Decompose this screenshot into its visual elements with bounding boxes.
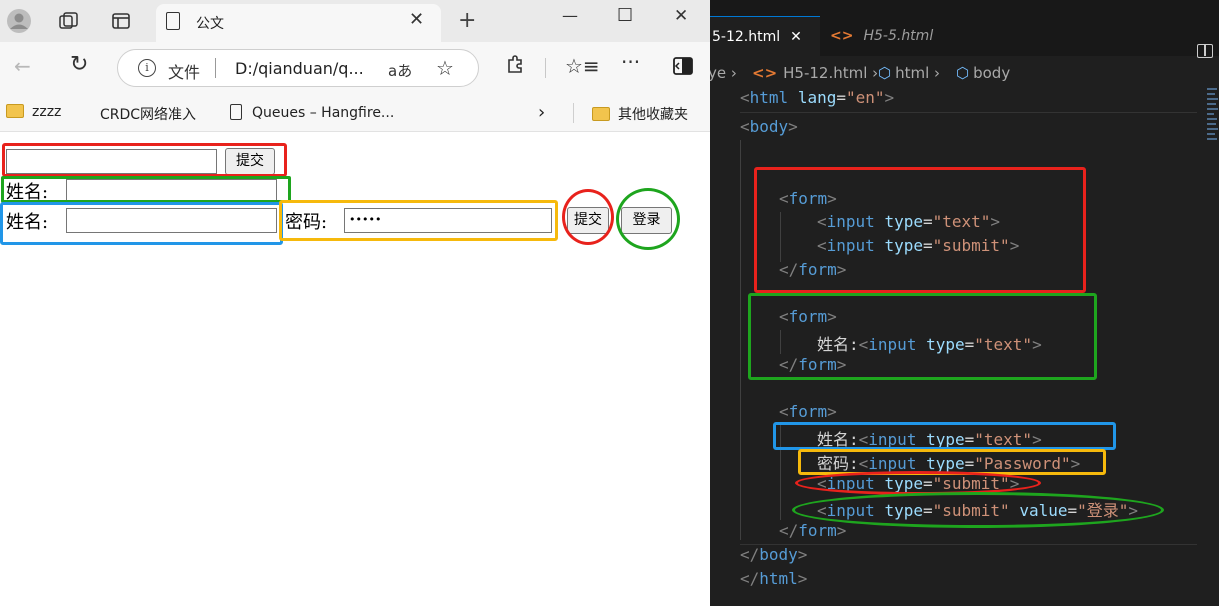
page-content: 提交 姓名: 姓名: 密码: ••••• 提交 登录: [0, 133, 710, 606]
document-icon: [166, 12, 180, 30]
cube-icon: ⬡: [878, 64, 892, 82]
address-scheme-label: 文件: [168, 63, 201, 82]
favorite-label: Queues – Hangfire...: [252, 105, 395, 121]
annotation-yellow-box: [279, 200, 558, 241]
code-tag: body: [759, 545, 798, 564]
code-line[interactable]: <form>: [779, 402, 837, 421]
annotation-red-circle: [562, 189, 614, 245]
breadcrumb-item[interactable]: ⬡ html ›: [878, 64, 940, 82]
editor-tabs: 5-12.html ✕ <> H5-5.html: [710, 16, 1219, 58]
annotation-green-box: [1, 176, 291, 203]
tab-title: 公文: [196, 16, 224, 32]
chevron-right-icon[interactable]: ›: [538, 102, 545, 123]
editor-tab-active[interactable]: 5-12.html ✕: [710, 16, 820, 56]
address-bar[interactable]: i 文件 D:/qianduan/q... aあ ☆: [117, 49, 479, 87]
vertical-tabs-icon[interactable]: [108, 8, 134, 34]
toolbar-divider: [545, 58, 546, 78]
annotation-green-box: [748, 293, 1097, 380]
code-string: "en": [845, 88, 885, 107]
favorite-item[interactable]: zzzz: [6, 104, 61, 120]
code-line[interactable]: </form>: [779, 521, 846, 540]
code-editor: 5-12.html ✕ <> H5-5.html ye › <> H5-12.html…: [710, 0, 1219, 606]
browser-window: 公文 ✕ + — ☐ ✕ ← ↻ i 文件 D:/qianduan/q... a…: [0, 0, 710, 606]
code-line[interactable]: </html>: [740, 569, 807, 588]
breadcrumb-label: html: [895, 64, 930, 82]
favorites-divider: [573, 103, 574, 123]
annotation-red-box: [2, 143, 287, 177]
minimap[interactable]: [1207, 86, 1219, 146]
editor-title-strip: [710, 0, 1219, 16]
favorite-item[interactable]: CRDC网络准入: [84, 104, 196, 124]
code-attr: lang: [797, 88, 837, 107]
editor-tab-label: H5-5.html: [863, 28, 934, 44]
read-aloud-icon[interactable]: aあ: [388, 60, 412, 81]
code-line[interactable]: <body>: [740, 117, 798, 136]
refresh-icon[interactable]: ↻: [70, 52, 88, 77]
annotation-red-box: [754, 167, 1086, 293]
favorites-bar: zzzz CRDC网络准入 Queues – Hangfire... › 其他收…: [0, 94, 710, 132]
minimize-icon[interactable]: —: [562, 6, 578, 25]
split-editor-icon[interactable]: [1197, 44, 1213, 58]
editor-tab[interactable]: <> H5-5.html: [822, 16, 960, 56]
breadcrumb-label: body: [973, 64, 1011, 82]
favorite-star-icon[interactable]: ☆: [436, 56, 454, 80]
annotation-green-circle: [616, 188, 680, 250]
window-close-icon[interactable]: ✕: [674, 6, 688, 26]
annotation-blue-box: [0, 202, 283, 245]
maximize-icon[interactable]: ☐: [617, 5, 633, 26]
more-icon[interactable]: ···: [621, 50, 640, 74]
code-tag: body: [749, 117, 789, 136]
favorites-icon[interactable]: ☆≡: [565, 54, 600, 78]
favorite-item[interactable]: Queues – Hangfire...: [230, 104, 394, 121]
info-icon[interactable]: i: [138, 59, 156, 77]
extensions-icon[interactable]: [505, 54, 525, 79]
nav-bar: ← ↻ i 文件 D:/qianduan/q... aあ ☆ ☆≡ ···: [0, 42, 710, 94]
tab-strip: 公文 ✕ + — ☐ ✕: [0, 0, 710, 42]
breadcrumb: ye › <> H5-12.html › ⬡ html › ⬡ body: [710, 62, 1219, 86]
breadcrumb-label: ye: [710, 64, 727, 82]
code-line[interactable]: </body>: [740, 545, 807, 564]
breadcrumb-item[interactable]: <> H5-12.html ›: [752, 64, 878, 82]
code-line[interactable]: <html lang="en">: [740, 88, 894, 107]
address-separator: [215, 58, 216, 78]
html-file-icon: <>: [830, 28, 854, 44]
line-separator: [740, 544, 1197, 545]
favorite-label: zzzz: [32, 104, 62, 120]
plus-icon[interactable]: +: [458, 8, 476, 33]
code-tag: html: [749, 88, 789, 107]
code-tag: html: [759, 569, 798, 588]
document-icon: [230, 104, 242, 120]
address-url[interactable]: D:/qianduan/q...: [235, 59, 364, 78]
breadcrumb-item[interactable]: ⬡ body: [956, 64, 1010, 82]
breadcrumb-item[interactable]: ye ›: [710, 64, 737, 82]
profile-icon[interactable]: [6, 8, 32, 34]
folder-icon: [592, 107, 610, 121]
close-icon[interactable]: ✕: [790, 29, 802, 45]
close-icon[interactable]: ✕: [409, 9, 424, 30]
indent-guide: [740, 140, 741, 540]
tab-active[interactable]: 公文 ✕: [156, 4, 441, 42]
line-separator: [740, 112, 1197, 113]
html-file-icon: <>: [752, 64, 778, 82]
annotation-blue-box: [773, 422, 1116, 450]
favorite-label: 其他收藏夹: [618, 107, 688, 123]
workspaces-icon[interactable]: [56, 8, 82, 34]
folder-icon: [6, 104, 24, 118]
back-icon[interactable]: ←: [14, 54, 31, 78]
favorite-label: CRDC网络准入: [100, 107, 197, 123]
favorite-item[interactable]: 其他收藏夹: [592, 104, 688, 124]
cube-icon: ⬡: [956, 64, 970, 82]
breadcrumb-label: H5-12.html: [783, 64, 868, 82]
editor-tab-label: 5-12.html: [712, 29, 781, 45]
annotation-green-circle: [792, 492, 1164, 528]
sidebar-icon[interactable]: [673, 56, 693, 80]
